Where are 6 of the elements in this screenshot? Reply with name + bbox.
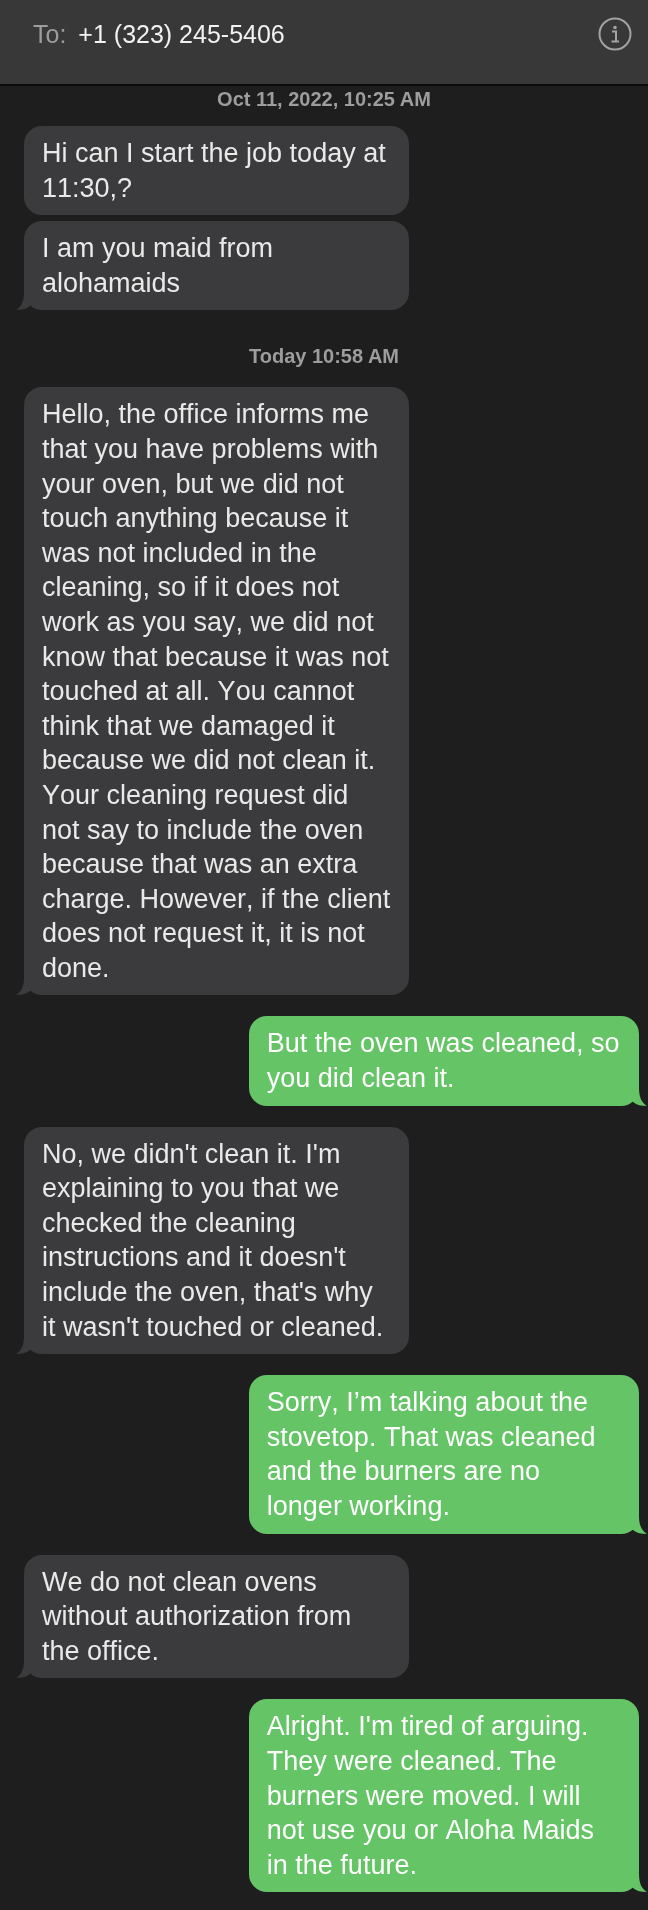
recipient-number: +1 (323) 245-5406 [78,19,285,50]
info-icon[interactable] [598,17,632,51]
received-message-bubble: Hi can I start the job today at 11:30,? [24,126,409,216]
timestamp: Oct 11, 2022, 10:25 AM [217,88,431,110]
to-label: To: [33,19,67,50]
timestamp: Today 10:58 AM [248,345,399,368]
